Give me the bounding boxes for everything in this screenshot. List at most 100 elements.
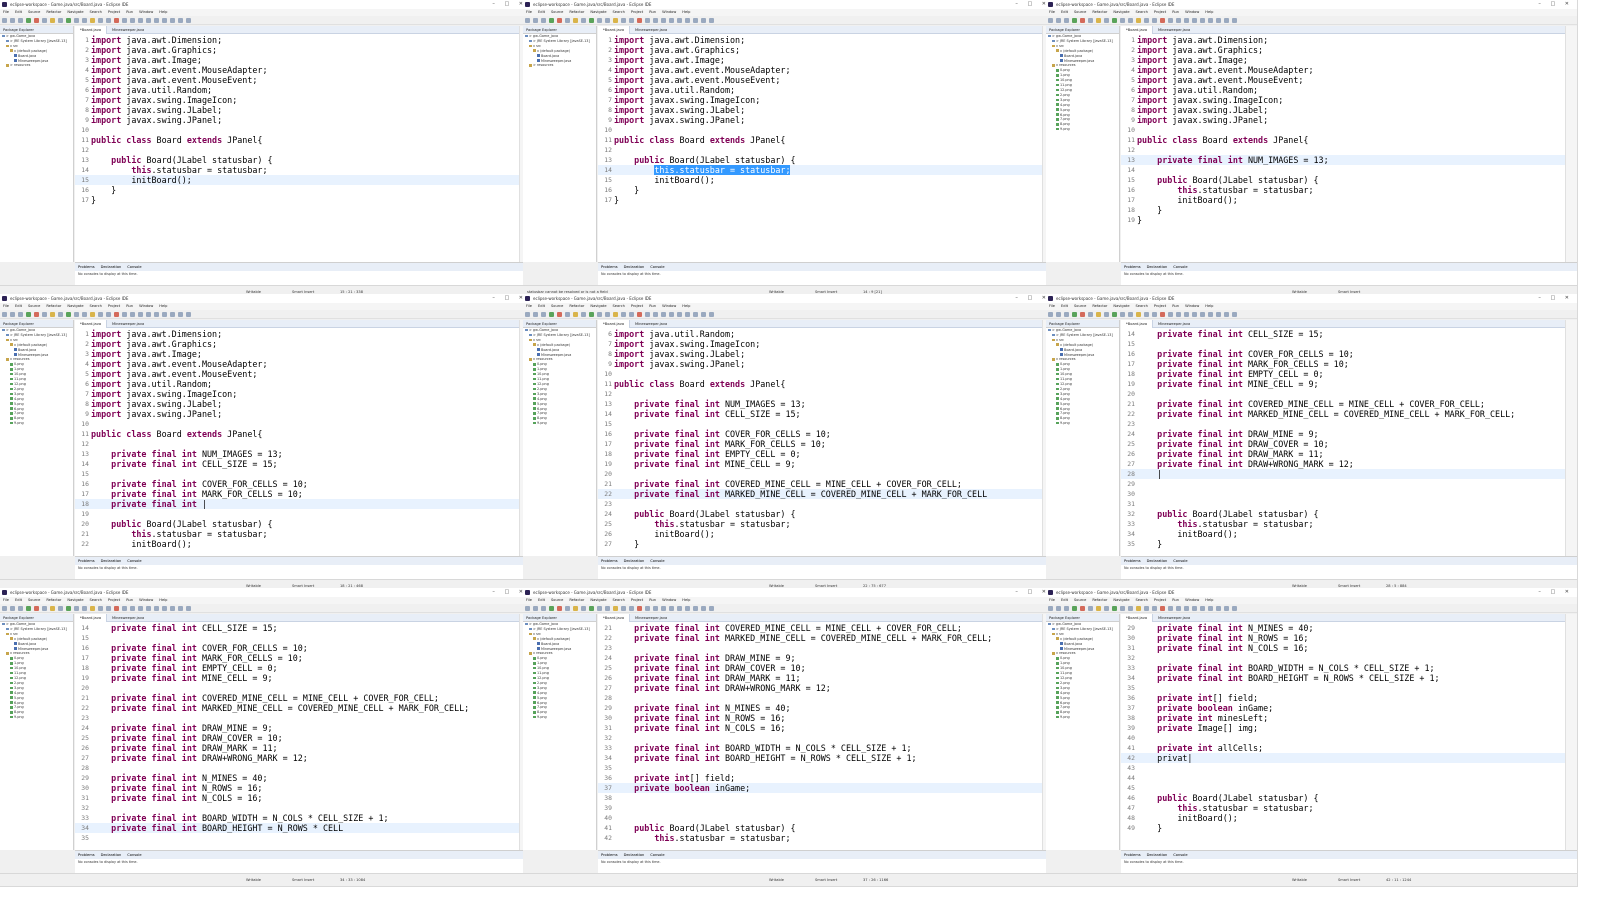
code-line[interactable]: 5 import java.awt.event.MouseEvent; bbox=[75, 75, 519, 85]
window-controls[interactable]: – □ ✕ bbox=[1015, 294, 1050, 303]
code-line[interactable]: 27 private final int DRAW+WRONG_MARK = 1… bbox=[598, 683, 1042, 693]
code-line[interactable]: 18 private final int EMPTY_CELL = 0; bbox=[75, 663, 519, 673]
toolbar-button-icon[interactable] bbox=[1152, 312, 1157, 317]
toolbar-button-icon[interactable] bbox=[42, 18, 47, 23]
menu-refactor[interactable]: Refactor bbox=[569, 304, 584, 308]
code-line[interactable]: 28 bbox=[75, 763, 519, 773]
bottom-tab-declaration[interactable]: Declaration bbox=[624, 853, 645, 857]
toolbar-button-icon[interactable] bbox=[58, 606, 63, 611]
toolbar-button-icon[interactable] bbox=[1088, 606, 1093, 611]
menu-search[interactable]: Search bbox=[1136, 304, 1148, 308]
bottom-tab-declaration[interactable]: Declaration bbox=[624, 559, 645, 563]
code-line[interactable]: 1 import java.awt.Dimension; bbox=[1121, 35, 1565, 45]
toolbar-button-icon[interactable] bbox=[1080, 606, 1085, 611]
toolbar-button-icon[interactable] bbox=[90, 312, 95, 317]
toolbar-button-icon[interactable] bbox=[701, 606, 706, 611]
code-line[interactable]: 13 public Board(JLabel statusbar) { bbox=[598, 155, 1042, 165]
code-line[interactable]: 10 bbox=[75, 419, 519, 429]
toolbar-button-icon[interactable] bbox=[1208, 606, 1213, 611]
code-line[interactable]: 9 import javax.swing.JPanel; bbox=[598, 359, 1042, 369]
toolbar-button-icon[interactable] bbox=[10, 606, 15, 611]
menu-run[interactable]: Run bbox=[1172, 598, 1179, 602]
toolbar-button-icon[interactable] bbox=[1224, 312, 1229, 317]
status-insert-mode[interactable]: Smart Insert bbox=[292, 874, 314, 886]
code-line[interactable]: 12 bbox=[598, 145, 1042, 155]
toolbar-button-icon[interactable] bbox=[186, 606, 191, 611]
toolbar-button-icon[interactable] bbox=[10, 18, 15, 23]
window-controls[interactable]: – □ ✕ bbox=[1538, 0, 1573, 9]
toolbar-button-icon[interactable] bbox=[549, 606, 554, 611]
code-line[interactable]: 38 private int minesLeft; bbox=[1121, 713, 1565, 723]
toolbar-button-icon[interactable] bbox=[1096, 606, 1101, 611]
toolbar-button-icon[interactable] bbox=[645, 606, 650, 611]
menu-project[interactable]: Project bbox=[1154, 598, 1166, 602]
toolbar-button-icon[interactable] bbox=[82, 606, 87, 611]
code-line[interactable]: 49 } bbox=[1121, 823, 1565, 833]
code-line[interactable]: 1 import java.awt.Dimension; bbox=[598, 35, 1042, 45]
code-line[interactable]: 5 import java.awt.event.MouseEvent; bbox=[598, 75, 1042, 85]
toolbar-button-icon[interactable] bbox=[533, 312, 538, 317]
code-line[interactable]: 40 bbox=[1121, 733, 1565, 743]
code-line[interactable]: 4 import java.awt.event.MouseAdapter; bbox=[598, 65, 1042, 75]
code-line[interactable]: 21 private final int COVERED_MINE_CELL =… bbox=[1121, 399, 1565, 409]
bottom-tab-problems[interactable]: Problems bbox=[78, 265, 95, 269]
toolbar-button-icon[interactable] bbox=[1128, 312, 1133, 317]
editor-tab-board[interactable]: *Board.java bbox=[598, 614, 631, 622]
toolbar-button-icon[interactable] bbox=[138, 18, 143, 23]
code-line[interactable]: 8 import javax.swing.JLabel; bbox=[75, 105, 519, 115]
code-line[interactable]: 9 import javax.swing.JPanel; bbox=[1121, 115, 1565, 125]
window-title-bar[interactable]: eclipse-workspace - Game.java/src/Board.… bbox=[523, 588, 1054, 597]
toolbar-button-icon[interactable] bbox=[541, 312, 546, 317]
code-line[interactable]: 15 public Board(JLabel statusbar) { bbox=[1121, 175, 1565, 185]
bottom-tab-declaration[interactable]: Declaration bbox=[1147, 559, 1168, 563]
toolbar-button-icon[interactable] bbox=[685, 312, 690, 317]
menu-file[interactable]: File bbox=[1049, 598, 1055, 602]
toolbar-button-icon[interactable] bbox=[693, 18, 698, 23]
toolbar-button-icon[interactable] bbox=[629, 18, 634, 23]
toolbar-button-icon[interactable] bbox=[154, 606, 159, 611]
code-line[interactable]: 18 private final int EMPTY_CELL = 0; bbox=[598, 449, 1042, 459]
code-line[interactable]: 7 import javax.swing.ImageIcon; bbox=[1121, 95, 1565, 105]
toolbar-button-icon[interactable] bbox=[565, 18, 570, 23]
code-editor[interactable]: *Board.java Minesweeper.java 14 private fi… bbox=[75, 614, 519, 850]
toolbar-button-icon[interactable] bbox=[1064, 606, 1069, 611]
code-line[interactable]: 18 private final int EMPTY_CELL = 0; bbox=[1121, 369, 1565, 379]
menu-search[interactable]: Search bbox=[90, 304, 102, 308]
bottom-tab-console[interactable]: Console bbox=[1173, 853, 1187, 857]
toolbar-button-icon[interactable] bbox=[58, 18, 63, 23]
code-line[interactable]: 33 private final int BOARD_WIDTH = N_COL… bbox=[1121, 663, 1565, 673]
package-explorer-tab[interactable]: Package Explorer bbox=[1046, 614, 1119, 622]
explorer-item[interactable]: 9.png bbox=[1046, 715, 1119, 720]
menu-search[interactable]: Search bbox=[90, 10, 102, 14]
code-line[interactable]: 9 import javax.swing.JPanel; bbox=[75, 115, 519, 125]
menu-window[interactable]: Window bbox=[662, 304, 676, 308]
toolbar-button-icon[interactable] bbox=[581, 606, 586, 611]
code-line[interactable]: 34 initBoard(); bbox=[1121, 529, 1565, 539]
toolbar-button-icon[interactable] bbox=[162, 312, 167, 317]
code-line[interactable]: 32 bbox=[598, 733, 1042, 743]
bottom-tab-declaration[interactable]: Declaration bbox=[101, 559, 122, 563]
menu-window[interactable]: Window bbox=[1185, 598, 1199, 602]
code-line[interactable]: 32 bbox=[75, 803, 519, 813]
menu-project[interactable]: Project bbox=[631, 598, 643, 602]
package-explorer-tab[interactable]: Package Explorer bbox=[1046, 320, 1119, 328]
menu-edit[interactable]: Edit bbox=[15, 598, 22, 602]
explorer-item[interactable]: 9.png bbox=[1046, 421, 1119, 426]
code-editor[interactable]: *Board.java Minesweeper.java 14 private fi… bbox=[1121, 320, 1565, 556]
menu-project[interactable]: Project bbox=[1154, 304, 1166, 308]
toolbar-button-icon[interactable] bbox=[146, 312, 151, 317]
code-line[interactable]: 33 this.statusbar = statusbar; bbox=[1121, 519, 1565, 529]
code-line[interactable]: 44 bbox=[1121, 773, 1565, 783]
bottom-tab-console[interactable]: Console bbox=[1173, 559, 1187, 563]
menu-window[interactable]: Window bbox=[139, 598, 153, 602]
toolbar-button-icon[interactable] bbox=[557, 18, 562, 23]
editor-tab-board[interactable]: *Board.java bbox=[598, 320, 631, 328]
editor-tab-minesweeper[interactable]: Minesweeper.java bbox=[107, 26, 149, 34]
menu-edit[interactable]: Edit bbox=[1061, 304, 1068, 308]
toolbar-button-icon[interactable] bbox=[74, 18, 79, 23]
toolbar-button-icon[interactable] bbox=[1112, 18, 1117, 23]
code-line[interactable]: 9 import javax.swing.JPanel; bbox=[75, 409, 519, 419]
menu-file[interactable]: File bbox=[3, 10, 9, 14]
code-line[interactable]: 23 bbox=[598, 499, 1042, 509]
code-line[interactable]: 17 private final int MARK_FOR_CELLS = 10… bbox=[75, 653, 519, 663]
